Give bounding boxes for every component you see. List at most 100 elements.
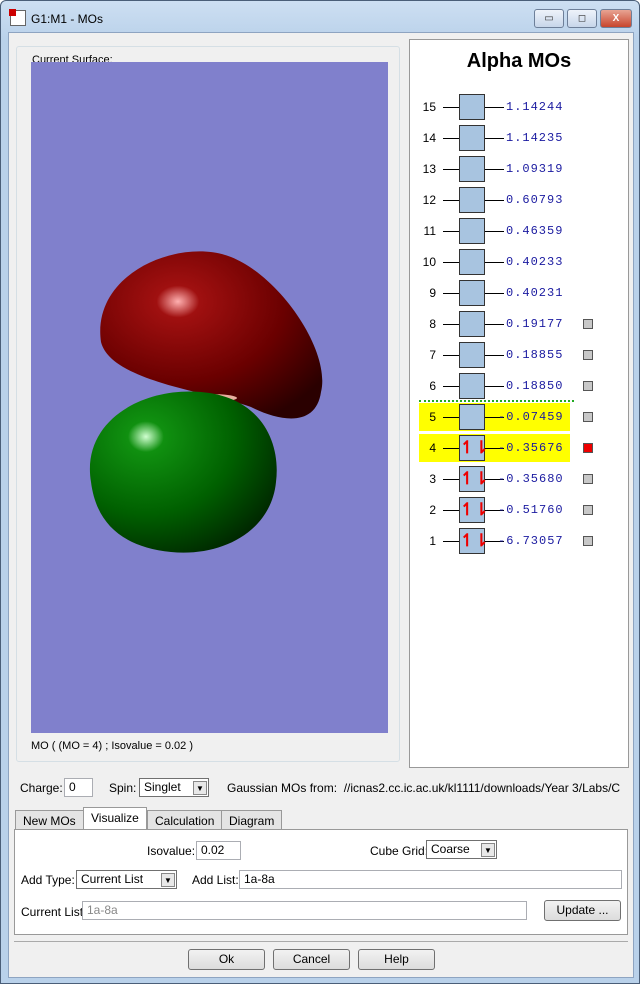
orbital-box[interactable] [459, 156, 485, 182]
mo-level-13[interactable]: 13 1.09319 [410, 156, 630, 182]
orbital-box[interactable] [459, 94, 485, 120]
minimize-button[interactable]: ▭ [534, 9, 564, 28]
orbital-box[interactable] [459, 218, 485, 244]
footer-divider [14, 941, 628, 942]
mo-energy: 0.40233 [506, 255, 564, 269]
level-line [443, 324, 459, 325]
tab-calculation[interactable]: Calculation [147, 810, 223, 830]
mo-checkbox[interactable] [583, 505, 593, 515]
mo-number: 13 [422, 162, 436, 176]
spin-select[interactable]: Singlet ▼ [139, 778, 209, 797]
mo-level-9[interactable]: 9 0.40231 [410, 280, 630, 306]
close-button[interactable]: X [600, 9, 632, 28]
source-value: //icnas2.cc.ic.ac.uk/kl1111/downloads/Ye… [343, 781, 621, 795]
mo-checkbox[interactable] [583, 443, 593, 453]
level-line [485, 262, 504, 263]
mo-energy: 0.18855 [506, 348, 564, 362]
level-line [485, 169, 504, 170]
orbital-box[interactable] [459, 125, 485, 151]
level-line [485, 293, 504, 294]
mo-level-5[interactable]: 5 -0.07459 [410, 403, 630, 431]
add-list-input[interactable]: 1a-8a [239, 870, 622, 889]
orbital-viewport[interactable] [31, 62, 388, 733]
mo-level-14[interactable]: 14 1.14235 [410, 125, 630, 151]
mo-level-10[interactable]: 10 0.40233 [410, 249, 630, 275]
mo-level-11[interactable]: 11 0.46359 [410, 218, 630, 244]
orbital-box[interactable] [459, 342, 485, 368]
orbital-box[interactable] [459, 404, 485, 430]
orbital-box[interactable] [459, 311, 485, 337]
mo-checkbox[interactable] [583, 474, 593, 484]
orbital-box[interactable]: ↿⇂ [459, 466, 489, 492]
orbital-box[interactable] [459, 280, 485, 306]
level-line [443, 293, 459, 294]
maximize-button[interactable]: ◻ [567, 9, 597, 28]
mo-energy: 0.40231 [506, 286, 564, 300]
spin-value: Singlet [144, 780, 181, 794]
mo-level-3[interactable]: 3 ↿⇂ -0.35680 [410, 466, 630, 492]
mo-level-6[interactable]: 6 0.18850 [410, 373, 630, 399]
tab-diagram[interactable]: Diagram [221, 810, 283, 830]
update-button[interactable]: Update ... [544, 900, 621, 921]
mo-level-7[interactable]: 7 0.18855 [410, 342, 630, 368]
cube-grid-select[interactable]: Coarse ▼ [426, 840, 497, 859]
electron-pair-icon: ↿⇂ [460, 438, 489, 457]
charge-label: Charge: [20, 781, 63, 795]
level-line [443, 541, 459, 542]
orbital-box[interactable] [459, 249, 485, 275]
tab-visualize[interactable]: Visualize [83, 807, 147, 830]
mo-number: 3 [429, 472, 436, 486]
tab-new-mos[interactable]: New MOs [15, 810, 84, 830]
level-line [485, 386, 504, 387]
source-label: Gaussian MOs from: [227, 781, 338, 795]
mo-level-8[interactable]: 8 0.19177 [410, 311, 630, 337]
level-line [485, 107, 504, 108]
window-title: G1:M1 - MOs [31, 12, 104, 26]
mo-number: 12 [422, 193, 436, 207]
mo-level-12[interactable]: 12 0.60793 [410, 187, 630, 213]
add-type-select[interactable]: Current List ▼ [76, 870, 177, 889]
mo-number: 2 [429, 503, 436, 517]
spin-label: Spin: [109, 781, 137, 795]
level-line [443, 169, 459, 170]
mo-number: 11 [423, 224, 436, 238]
mo-level-1[interactable]: 1 ↿⇂ -6.73057 [410, 528, 630, 554]
help-button[interactable]: Help [358, 949, 435, 970]
level-line [443, 448, 459, 449]
mo-checkbox[interactable] [583, 381, 593, 391]
mo-energy: 0.18850 [506, 379, 564, 393]
electron-pair-icon: ↿⇂ [460, 469, 489, 488]
mo-level-4[interactable]: 4 ↿⇂ -0.35676 [410, 434, 630, 462]
charge-input[interactable]: 0 [64, 778, 93, 797]
electron-pair-icon: ↿⇂ [460, 500, 489, 519]
orbital-box[interactable]: ↿⇂ [459, 497, 489, 523]
mo-energy: 0.46359 [506, 224, 564, 238]
orbital-render [89, 251, 323, 553]
orbital-box[interactable]: ↿⇂ [459, 528, 489, 554]
mo-level-2[interactable]: 2 ↿⇂ -0.51760 [410, 497, 630, 523]
add-list-label: Add List: [192, 873, 239, 887]
visualize-pane: Isovalue: 0.02 Cube Grid: Coarse ▼ Add Ty… [14, 829, 628, 935]
level-line [485, 231, 504, 232]
cancel-button[interactable]: Cancel [273, 949, 350, 970]
isovalue-label: Isovalue: [147, 844, 196, 858]
level-line [485, 138, 504, 139]
mo-checkbox[interactable] [583, 319, 593, 329]
ok-button[interactable]: Ok [188, 949, 265, 970]
mo-checkbox[interactable] [583, 350, 593, 360]
current-list-input[interactable]: 1a-8a [82, 901, 527, 920]
mo-energy: 1.09319 [506, 162, 564, 176]
isovalue-input[interactable]: 0.02 [196, 841, 241, 860]
level-line [443, 355, 459, 356]
mo-checkbox[interactable] [583, 412, 593, 422]
mo-level-15[interactable]: 15 1.14244 [410, 94, 630, 120]
level-line [443, 386, 459, 387]
orbital-box[interactable] [459, 187, 485, 213]
orbital-box[interactable]: ↿⇂ [459, 435, 489, 461]
mo-window: G1:M1 - MOs ▭ ◻ X Current Surface: MO ( … [0, 0, 640, 984]
mo-energy: -0.07459 [498, 410, 564, 424]
mo-checkbox[interactable] [583, 536, 593, 546]
orbital-box[interactable] [459, 373, 485, 399]
mo-energy: 1.14244 [506, 100, 564, 114]
level-line [485, 324, 504, 325]
